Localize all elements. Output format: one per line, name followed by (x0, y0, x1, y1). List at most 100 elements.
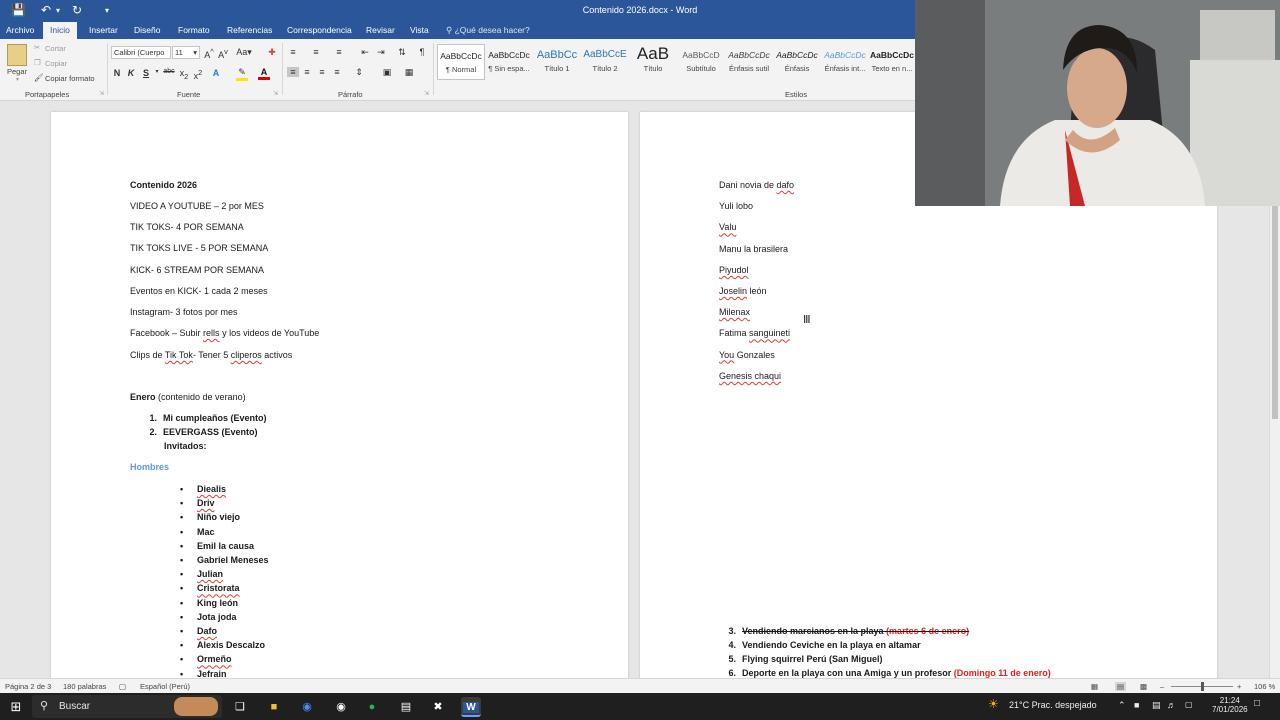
content-line[interactable]: KICK- 6 STREAM POR SEMANA (130, 265, 264, 275)
zoom-in-icon[interactable]: + (1237, 682, 1241, 691)
event-item[interactable]: 1. Mi cumpleaños (Evento) (140, 413, 266, 423)
file-explorer-icon[interactable]: ■ (264, 697, 284, 717)
tray-overflow-icon[interactable]: ⌃ (1118, 700, 1126, 711)
tab-inicio[interactable]: Inicio (43, 22, 77, 39)
page-left[interactable]: Contenido 2026 VIDEO A YOUTUBE – 2 por M… (51, 112, 628, 678)
content-line[interactable]: Eventos en KICK- 1 cada 2 meses (130, 286, 268, 296)
guest-name-line[interactable]: Fatima sanguineti (719, 328, 790, 338)
guest-list-item[interactable]: • Mac (180, 527, 215, 537)
increase-indent-icon[interactable]: ⇥ (375, 47, 387, 58)
format-painter-button[interactable]: Copiar formato (45, 74, 95, 83)
chrome-icon[interactable]: ◉ (297, 697, 317, 717)
content-line[interactable]: VIDEO A YOUTUBE – 2 por MES (130, 201, 264, 211)
guest-list-item[interactable]: • Julian (180, 569, 223, 579)
guest-name-line[interactable]: Milenax (719, 307, 750, 317)
guest-list-item[interactable]: • Diealis (180, 484, 226, 494)
style-subtle-emphasis[interactable]: AaBbCcDc Énfasis sutil (725, 44, 773, 80)
tab-archivo[interactable]: Archivo (6, 25, 34, 35)
windows-start-icon[interactable]: ⊞ (6, 697, 26, 717)
font-color-icon[interactable]: A (258, 67, 270, 80)
language-indicator-icon[interactable]: ▢ (1185, 700, 1193, 709)
style-heading-2[interactable]: AaBbCcE Título 2 (581, 44, 629, 80)
bold-icon[interactable]: N (111, 68, 123, 78)
word-icon[interactable]: W (461, 697, 481, 717)
task-view-icon[interactable]: ❏ (230, 697, 250, 717)
content-line[interactable]: Instagram- 3 fotos por mes (130, 307, 238, 317)
tab-insertar[interactable]: Insertar (89, 25, 118, 35)
style-intense-emphasis[interactable]: AaBbCcDc Énfasis int... (821, 44, 869, 80)
clear-format-icon[interactable]: ✚ (266, 47, 278, 58)
borders-icon[interactable]: ▦ (403, 67, 415, 78)
copy-button[interactable]: Copiar (45, 59, 67, 68)
notifications-icon[interactable]: □ (1254, 698, 1260, 709)
cut-button[interactable]: Cortar (45, 44, 66, 53)
tab-correspondencia[interactable]: Correspondencia (287, 25, 352, 35)
cut-icon[interactable]: ✂ (34, 43, 40, 52)
capcut-icon[interactable]: ✖ (428, 697, 448, 717)
paste-icon[interactable] (7, 44, 27, 66)
word-count[interactable]: 180 palabras (63, 682, 106, 691)
taskbar-search[interactable]: ⚲ Buscar (32, 695, 222, 718)
guest-list-item[interactable]: • Alexis Descalzo (180, 640, 265, 650)
activity-item[interactable]: 5. Flying squirrel Perú (San Miguel) (719, 654, 882, 664)
format-painter-icon[interactable]: 🖌 (34, 73, 44, 82)
guest-name-line[interactable]: Yuli lobo (719, 201, 753, 211)
style-normal[interactable]: AaBbCcDc ¶ Normal (437, 44, 485, 80)
activity-item[interactable]: 3. Vendiendo marcianos en la playa (marte… (719, 626, 969, 636)
sort-icon[interactable]: ⇅ (396, 47, 408, 58)
line-spacing-icon[interactable]: ⇕ (353, 67, 365, 78)
grow-font-icon[interactable]: A^ (203, 47, 215, 60)
guest-name-line[interactable]: Piyudol (719, 265, 749, 275)
copy-icon[interactable]: ❐ (34, 58, 41, 67)
change-case-button[interactable]: Aa▾ (236, 47, 252, 58)
page-count[interactable]: Página 2 de 3 (5, 682, 51, 691)
subscript-icon[interactable]: x2 (178, 68, 190, 81)
spotify-icon[interactable]: ● (362, 697, 382, 717)
facebook-line[interactable]: Facebook – Subir rells y los videos de Y… (130, 328, 319, 338)
multilevel-list-icon[interactable]: ≡ (333, 47, 345, 57)
paste-button[interactable]: Pegar (7, 67, 27, 76)
bullets-icon[interactable]: ≡ (287, 47, 299, 57)
style-emphasis[interactable]: AaBbCcDc Énfasis (773, 44, 821, 80)
italic-icon[interactable]: K (125, 68, 137, 78)
style-heading-1[interactable]: AaBbCc Título 1 (533, 44, 581, 80)
guest-name-line[interactable]: You Gonzales (719, 350, 775, 360)
volume-icon[interactable]: ♬ (1167, 700, 1176, 710)
tab-vista[interactable]: Vista (410, 25, 429, 35)
guest-list-item[interactable]: • Jota joda (180, 612, 237, 622)
guest-list-item[interactable]: • Ormeño (180, 654, 232, 664)
notepad-icon[interactable]: ▤ (396, 697, 416, 717)
event-item[interactable]: 2. EEVERGASS (Evento) (140, 427, 257, 437)
font-launcher-icon[interactable]: ⇲ (273, 90, 278, 97)
guest-name-line[interactable]: Manu la brasilera (719, 244, 788, 254)
guest-name-line[interactable]: Genesis chaqui (719, 371, 781, 381)
weather-text[interactable]: 21°C Prac. despejado (1009, 700, 1097, 710)
tab-referencias[interactable]: Referencias (227, 25, 272, 35)
language[interactable]: Español (Perú) (140, 682, 190, 691)
highlight-icon[interactable]: ✎ (236, 67, 248, 81)
guest-list-item[interactable]: • Cristorata (180, 583, 240, 593)
justify-icon[interactable]: ≡ (331, 67, 343, 77)
guest-list-item[interactable]: • Niño viejo (180, 512, 240, 522)
content-line[interactable]: TIK TOKS LIVE - 5 POR SEMANA (130, 243, 268, 253)
superscript-icon[interactable]: x2 (192, 68, 204, 81)
align-center-icon[interactable]: ≡ (301, 67, 313, 77)
doc-title[interactable]: Contenido 2026 (130, 180, 197, 190)
guest-name-line[interactable]: Valu (719, 222, 736, 232)
guest-list-item[interactable]: • King león (180, 598, 238, 608)
network-icon[interactable]: ▤ (1152, 700, 1161, 711)
clips-line[interactable]: Clips de Tik Tok- Tener 5 cliperos activ… (130, 350, 292, 360)
zoom-level[interactable]: 106 % (1254, 682, 1275, 691)
guest-list-item[interactable]: • Jefrain (180, 669, 227, 678)
numbering-icon[interactable]: ≡ (310, 47, 322, 57)
weather-icon[interactable]: ☀ (988, 697, 999, 711)
style-subtitle[interactable]: AaBbCcD Subtítulo (677, 44, 725, 80)
web-layout-icon[interactable]: ▩ (1140, 682, 1147, 691)
align-left-icon[interactable]: ≡ (287, 67, 299, 77)
enero-heading[interactable]: Enero (contenido de verano) (130, 392, 246, 402)
tab-diseno[interactable]: Diseño (134, 25, 160, 35)
paste-dropdown-icon[interactable]: ▾ (16, 76, 19, 83)
tab-revisar[interactable]: Revisar (366, 25, 395, 35)
guest-name-line[interactable]: Joselin león (719, 286, 767, 296)
obs-icon[interactable]: ◉ (331, 697, 351, 717)
